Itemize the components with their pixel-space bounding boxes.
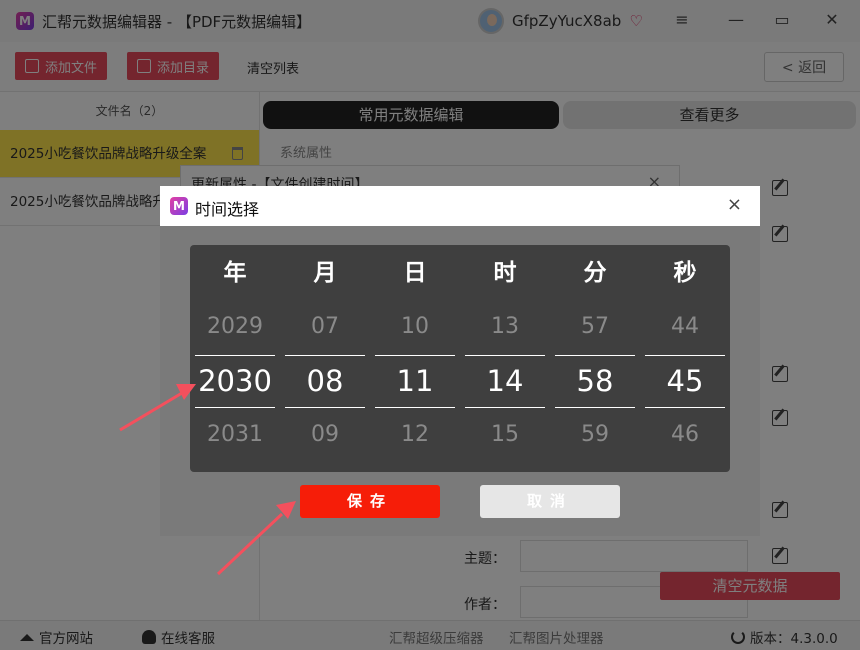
arrow-to-year-icon — [119, 384, 196, 432]
annotation-arrows — [119, 384, 296, 576]
arrow-to-save-icon — [216, 501, 296, 576]
